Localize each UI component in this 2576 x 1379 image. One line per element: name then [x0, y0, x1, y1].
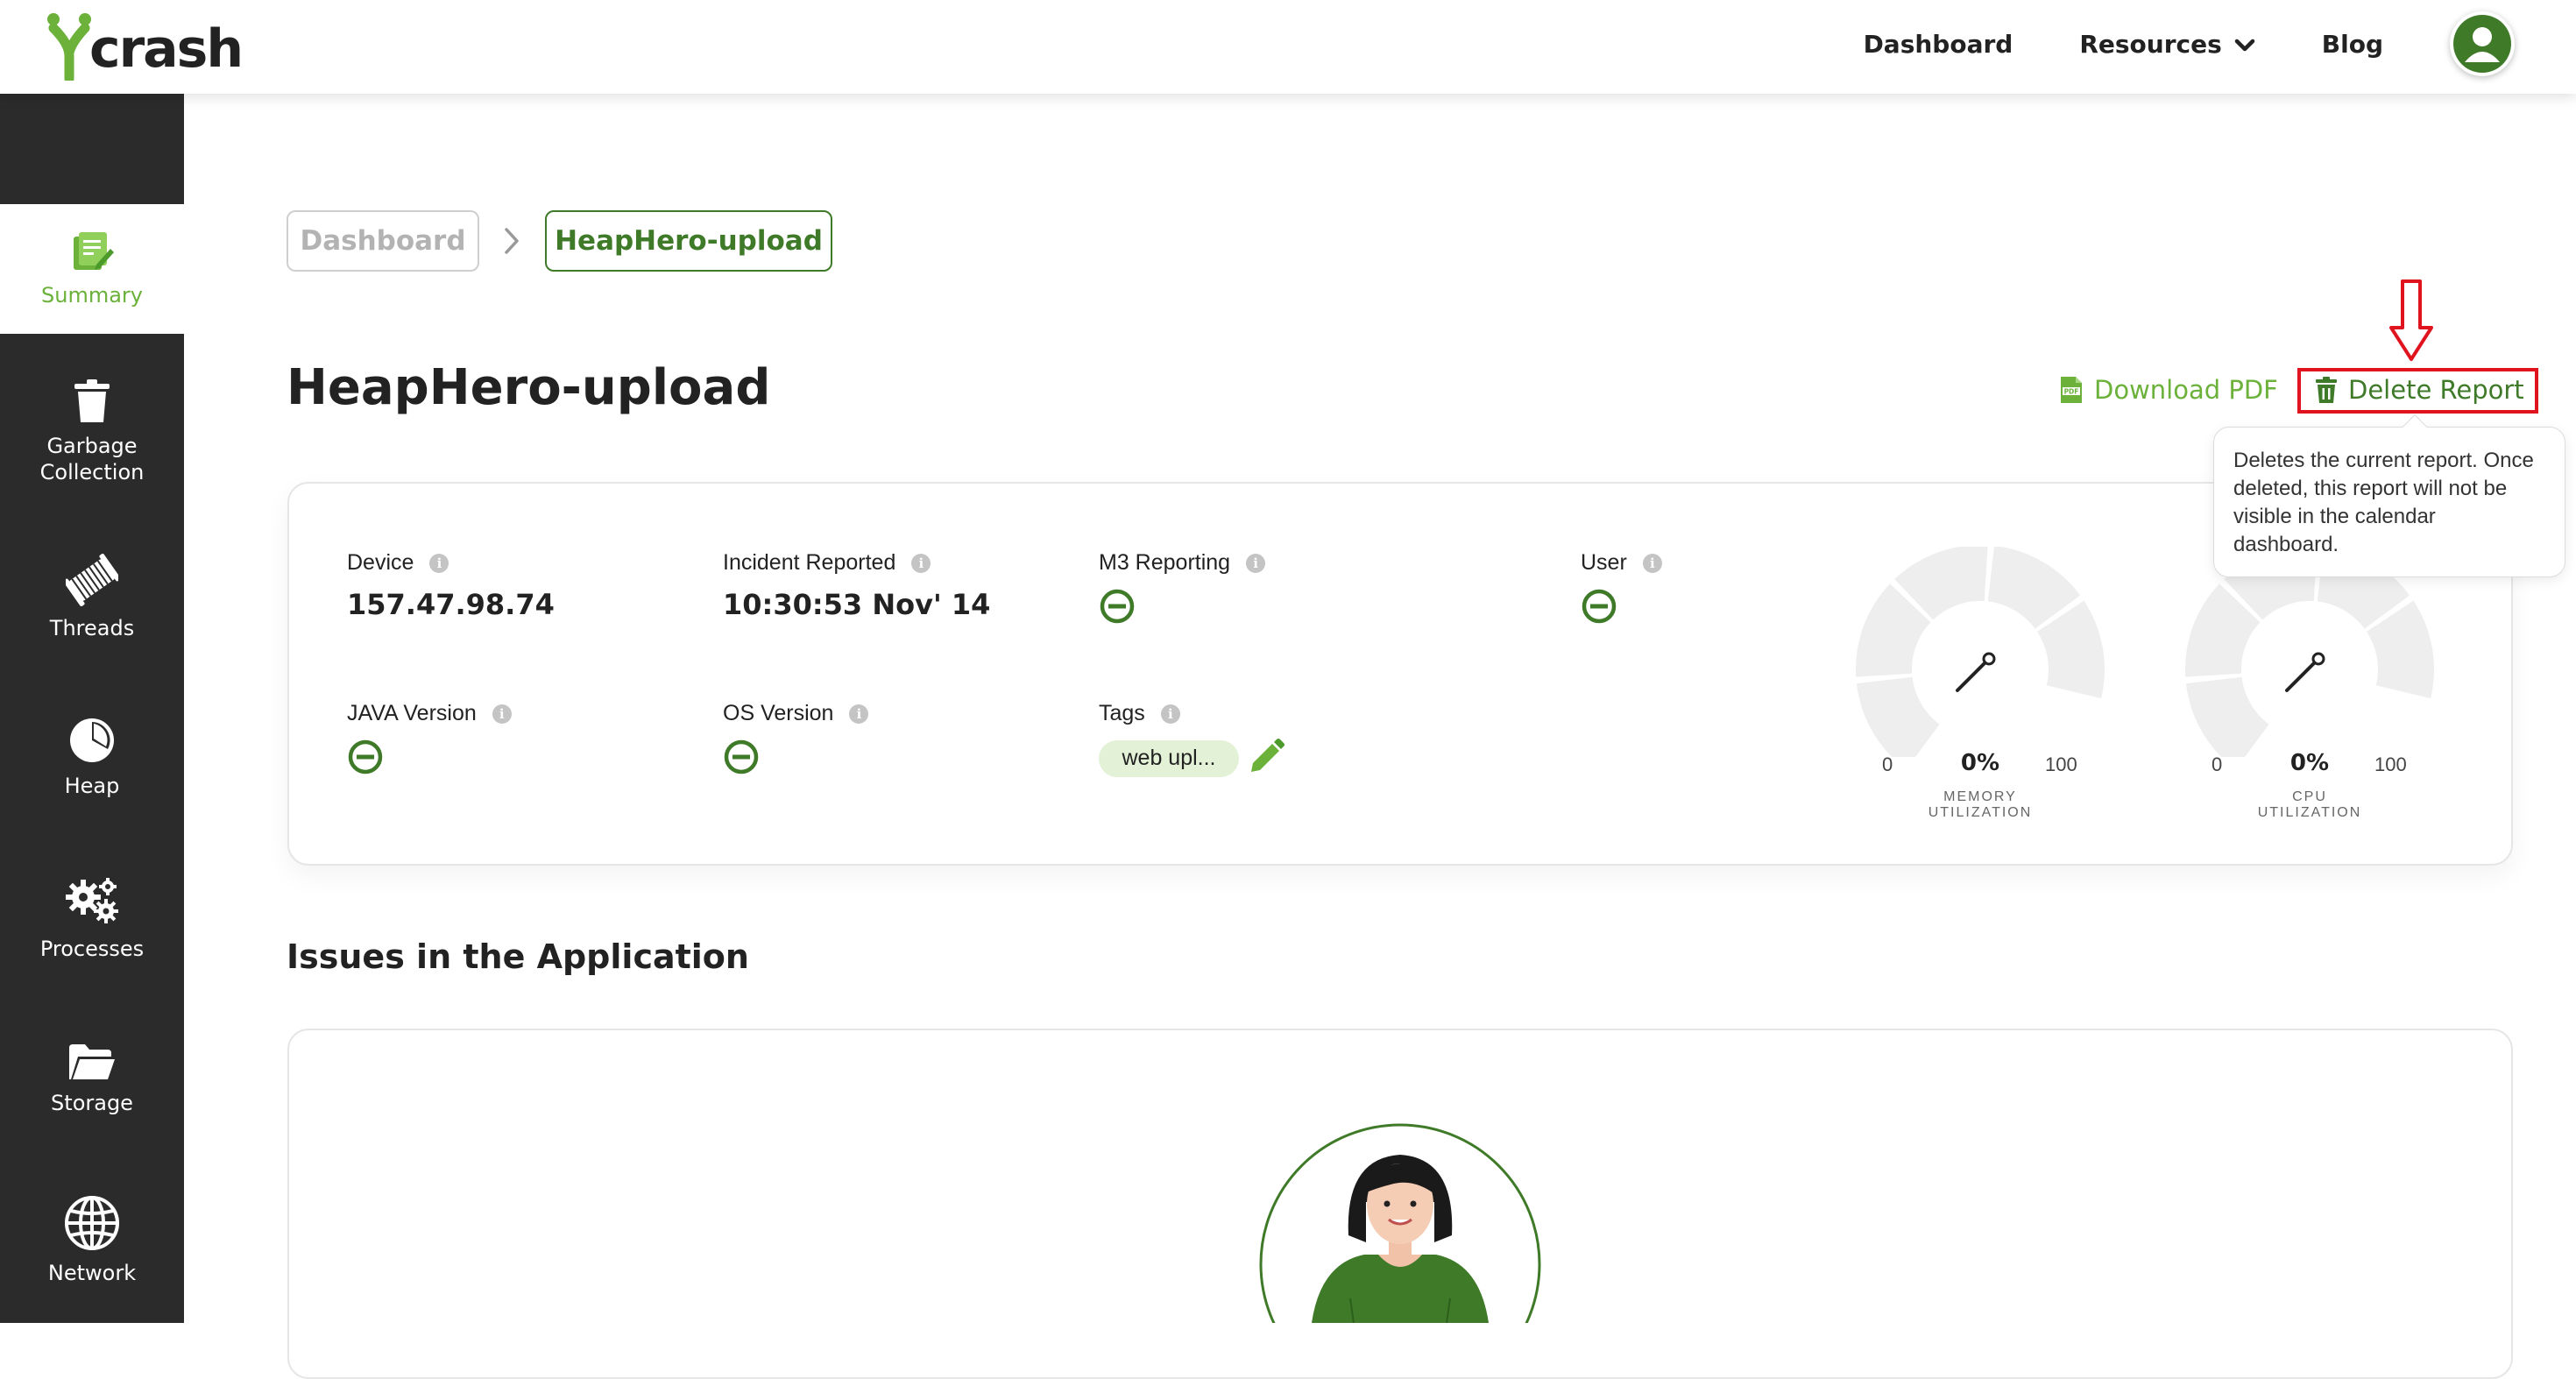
- trash-can-icon: [74, 379, 110, 422]
- logo-mark-icon: [46, 11, 93, 84]
- nav-resources-dropdown[interactable]: Resources: [2079, 29, 2255, 59]
- gauge-min: 0: [1882, 753, 1893, 775]
- gauge-needle-pivot: [2311, 652, 2325, 666]
- m3-reporting-label: M3 Reporting: [1099, 550, 1231, 575]
- summary-card: Device i 157.47.98.74 Incident Reported i …: [287, 482, 2513, 866]
- pencil-edit-icon[interactable]: [1248, 737, 1286, 780]
- nav-resources-label: Resources: [2079, 29, 2222, 59]
- delete-report-button[interactable]: Delete Report: [2315, 375, 2524, 405]
- device-label: Device: [347, 550, 414, 575]
- woman-illustration-image: [1259, 1123, 1541, 1379]
- user-avatar-icon: [2453, 15, 2511, 73]
- tag-chip[interactable]: web upl...: [1099, 739, 1239, 777]
- ycrash-logo[interactable]: crash: [46, 9, 244, 84]
- tags-field: Tags i web upl...: [1099, 701, 1286, 780]
- java-version-label: JAVA Version: [347, 701, 477, 725]
- memory-utilization-gauge: 0% 0 100 MEMORY UTILIZATION: [1840, 545, 2120, 820]
- user-field: User i: [1581, 550, 1662, 629]
- info-icon[interactable]: i: [911, 553, 931, 573]
- gauge-needle-pivot: [1982, 652, 1996, 666]
- minus-circle-icon: [1581, 588, 1662, 629]
- gauge-needle: [2285, 657, 2320, 692]
- tags-label: Tags: [1099, 701, 1145, 725]
- summary-icon: [74, 232, 114, 270]
- incident-label: Incident Reported: [723, 550, 896, 575]
- info-icon[interactable]: i: [849, 704, 869, 724]
- pdf-file-icon: PDF: [2061, 377, 2082, 403]
- sidebar-item-label: Summary: [41, 283, 143, 308]
- gauge-max: 100: [2374, 753, 2407, 775]
- svg-text:PDF: PDF: [2064, 388, 2079, 396]
- os-version-label: OS Version: [723, 701, 834, 725]
- page-title: HeapHero-upload: [287, 359, 771, 416]
- sidebar-item-summary[interactable]: Summary: [0, 230, 184, 308]
- breadcrumb-chevron-right-icon: [501, 226, 522, 260]
- gauge-caption-1: CPU: [2292, 789, 2327, 804]
- pie-chart-icon: [70, 718, 114, 762]
- delete-report-label: Delete Report: [2348, 375, 2524, 405]
- chevron-down-icon: [2234, 30, 2255, 59]
- logo-text: crash: [89, 18, 244, 80]
- breadcrumb-dashboard[interactable]: Dashboard: [287, 210, 479, 272]
- folder-icon: [69, 1044, 115, 1079]
- sidebar-item-threads[interactable]: Threads: [0, 554, 184, 641]
- gauge-max: 100: [2045, 753, 2077, 775]
- sidebar-top-block: [0, 94, 184, 204]
- device-field: Device i 157.47.98.74: [347, 550, 555, 621]
- globe-icon: [65, 1196, 119, 1250]
- info-icon[interactable]: i: [1642, 553, 1662, 573]
- os-version-field: OS Version i: [723, 701, 869, 780]
- gauge-min: 0: [2212, 753, 2223, 775]
- info-icon[interactable]: i: [429, 553, 449, 573]
- nav-blog-link[interactable]: Blog: [2322, 30, 2383, 59]
- minus-circle-icon: [347, 739, 512, 780]
- incident-value: 10:30:53 Nov' 14: [723, 588, 991, 621]
- sidebar-item-label: Garbage Collection: [39, 434, 145, 484]
- gears-icon: [66, 878, 118, 923]
- sidebar-item-label: Storage: [51, 1091, 133, 1115]
- gauge-caption-1: MEMORY: [1943, 789, 2017, 804]
- sidebar-item-processes[interactable]: Processes: [0, 876, 184, 962]
- cpu-utilization-gauge: 0% 0 100 CPU UTILIZATION: [2169, 545, 2450, 820]
- gauge-segment: [1856, 676, 1940, 770]
- trash-icon: [2316, 377, 2337, 403]
- top-navbar: crash Dashboard Resources Blog: [0, 0, 2576, 94]
- gauge-needle: [1956, 657, 1991, 692]
- red-down-arrow-annotation: [2388, 279, 2434, 367]
- sidebar-item-network[interactable]: Network: [0, 1195, 184, 1286]
- gauge-dial: [2185, 545, 2434, 770]
- delete-report-tooltip: Deletes the current report. Once deleted…: [2213, 427, 2565, 577]
- download-pdf-button[interactable]: PDF Download PDF: [2059, 375, 2278, 405]
- info-icon[interactable]: i: [1246, 553, 1266, 573]
- sidebar-item-label: Processes: [39, 937, 145, 961]
- breadcrumb-current[interactable]: HeapHero-upload: [545, 210, 832, 272]
- sidebar-item-label: Heap: [64, 774, 120, 798]
- incident-field: Incident Reported i 10:30:53 Nov' 14: [723, 550, 990, 621]
- nav-dashboard-link[interactable]: Dashboard: [1864, 30, 2013, 59]
- download-pdf-label: Download PDF: [2094, 375, 2278, 405]
- info-icon[interactable]: i: [492, 704, 512, 724]
- java-version-field: JAVA Version i: [347, 701, 512, 780]
- m3-reporting-field: M3 Reporting i: [1099, 550, 1266, 629]
- sidebar-item-storage[interactable]: Storage: [0, 1043, 184, 1116]
- device-value: 157.47.98.74: [347, 588, 555, 621]
- thread-spool-icon: [66, 554, 118, 606]
- sidebar-item-label: Network: [47, 1261, 137, 1285]
- sidebar-item-label: Threads: [49, 616, 135, 640]
- gauge-caption-2: UTILIZATION: [2257, 805, 2362, 820]
- sidebar-item-garbage-collection[interactable]: Garbage Collection: [0, 378, 184, 485]
- info-icon[interactable]: i: [1160, 704, 1180, 724]
- sidebar-item-heap[interactable]: Heap: [0, 717, 184, 799]
- user-label: User: [1581, 550, 1627, 575]
- nav-links: Dashboard Resources Blog: [1864, 0, 2576, 88]
- issues-section-title: Issues in the Application: [287, 937, 749, 976]
- minus-circle-icon: [723, 739, 868, 780]
- gauge-caption-2: UTILIZATION: [1928, 805, 2033, 820]
- minus-circle-icon: [1099, 588, 1265, 629]
- gauge-dial: [1856, 545, 2105, 770]
- user-avatar-button[interactable]: [2450, 11, 2515, 76]
- gauge-segment: [2185, 676, 2269, 770]
